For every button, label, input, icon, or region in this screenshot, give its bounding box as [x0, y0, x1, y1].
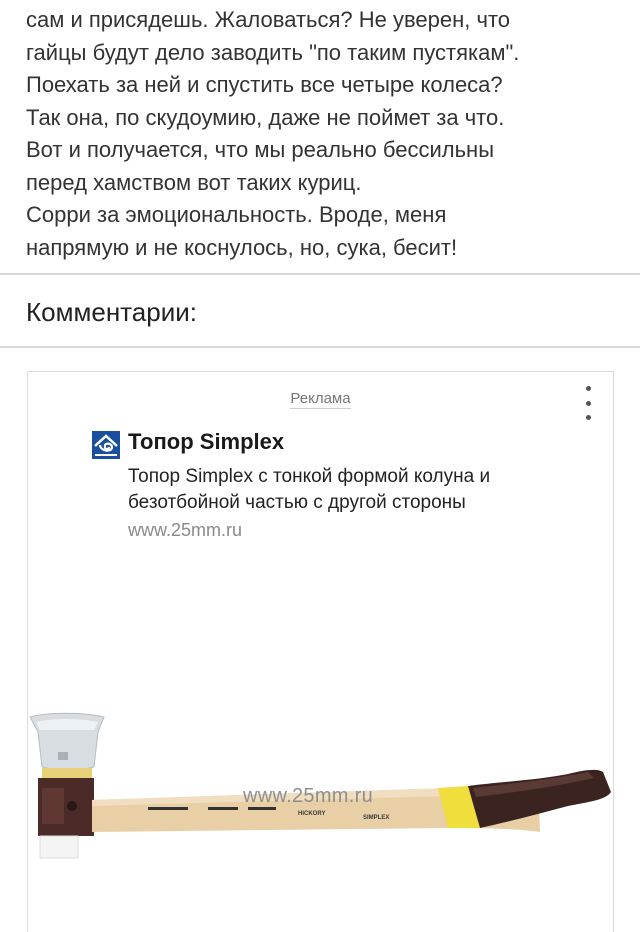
advertiser-logo-icon[interactable]	[92, 431, 120, 459]
ad-product-image[interactable]: www.25mm.ru HICKORY SIMPLEX	[28, 682, 613, 882]
article-line: напрямую и не коснулось, но, сука, бесит…	[26, 234, 458, 260]
divider	[0, 273, 640, 275]
article-line: перед хамством вот таких куриц.	[26, 169, 362, 195]
handle-print-hickory: HICKORY	[298, 811, 326, 817]
ad-description[interactable]: Топор Simplex с тонкой формой колуна и б…	[128, 464, 568, 516]
ad-label[interactable]: Реклама	[28, 390, 613, 409]
ad-url[interactable]: www.25mm.ru	[128, 520, 242, 541]
kebab-menu-icon[interactable]	[581, 386, 595, 420]
ad-title[interactable]: Топор Simplex	[128, 429, 284, 455]
divider	[0, 346, 640, 348]
article-line: Так она, по скудоумию, даже не поймет за…	[26, 104, 505, 130]
comments-heading: Комментарии:	[26, 297, 197, 327]
article-line: Сорри за эмоциональность. Вроде, меня	[26, 202, 447, 227]
handle-print-brand: SIMPLEX	[363, 815, 390, 821]
article-line: Поехать за ней и спустить все четыре кол…	[26, 72, 503, 97]
article-line: сам и присядешь. Жаловаться? Не уверен, …	[26, 7, 511, 32]
ad-card[interactable]: Реклама Топор Simplex Топор Simplex с то…	[27, 371, 614, 932]
image-watermark: www.25mm.ru	[243, 785, 373, 807]
article-line: гайцы будут дело заводить "по таким пуст…	[26, 39, 520, 65]
article-text: сам и присядешь. Жаловаться? Не уверен, …	[26, 4, 626, 264]
article-line: Вот и получается, что мы реально бессиль…	[26, 137, 495, 162]
